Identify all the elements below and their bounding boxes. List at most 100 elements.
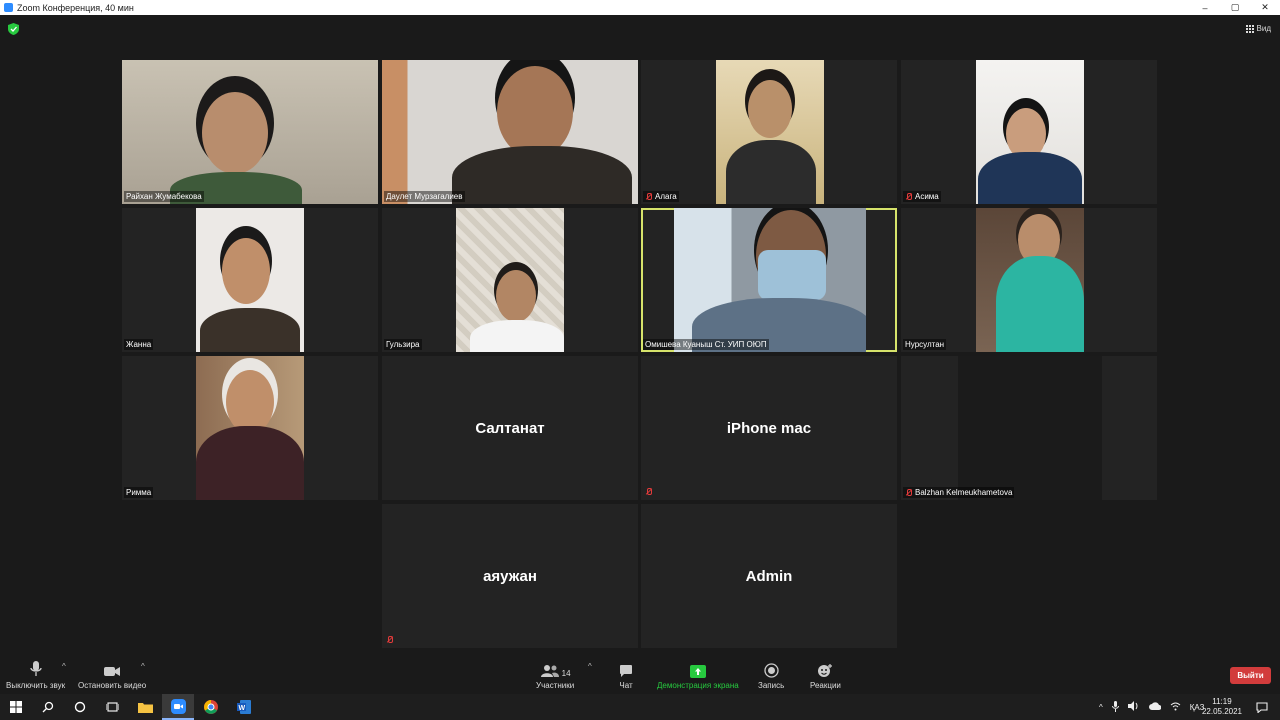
participant-video [674, 208, 866, 352]
search-icon[interactable] [32, 694, 64, 720]
participants-button-label: Участники [536, 681, 575, 690]
participant-video [976, 208, 1084, 352]
participant-name: Алага [643, 191, 679, 202]
muted-microphone-icon [386, 636, 394, 644]
window-title: Zoom Конференция, 40 мин [17, 2, 134, 13]
participant-name-placeholder: Салтанат [475, 419, 545, 437]
speaker-volume-icon[interactable] [1127, 701, 1140, 713]
participant-video [976, 60, 1084, 204]
zoom-app-icon [4, 3, 13, 12]
participant-name: Асима [903, 191, 941, 202]
reactions-button[interactable]: Реакции [810, 660, 841, 690]
cloud-icon[interactable] [1148, 702, 1162, 712]
participant-video [196, 208, 304, 352]
muted-microphone-icon [905, 192, 913, 201]
close-button[interactable]: ✕ [1250, 0, 1280, 15]
stop-video-button-label: Остановить видео [78, 681, 147, 690]
taskbar-clock[interactable]: 11:19 22.05.2021 [1202, 697, 1242, 717]
cortana-icon[interactable] [64, 694, 96, 720]
window-controls: – ▢ ✕ [1190, 0, 1280, 15]
chat-button-label: Чат [619, 681, 633, 690]
participant-tile[interactable]: Асима [901, 60, 1157, 204]
leave-meeting-button[interactable]: Выйти [1230, 667, 1271, 684]
participants-count: 14 [561, 669, 571, 678]
participant-tile[interactable]: аяужан [382, 504, 638, 648]
participant-video [456, 208, 564, 352]
reactions-button-label: Реакции [810, 681, 841, 690]
participant-tile[interactable]: Римма [122, 356, 378, 500]
participant-video [382, 60, 638, 204]
task-view-icon[interactable] [96, 694, 128, 720]
video-camera-icon [103, 660, 121, 678]
participant-name: Balzhan Kelmeukhametova [903, 487, 1015, 498]
word-icon[interactable]: W [228, 694, 260, 720]
participant-name-placeholder: аяужан [483, 567, 537, 585]
record-icon [763, 660, 779, 678]
participant-tile[interactable]: Жанна [122, 208, 378, 352]
windows-start-icon[interactable] [0, 694, 32, 720]
muted-microphone-icon [645, 192, 653, 201]
muted-microphone-icon [645, 488, 653, 496]
participant-tile[interactable]: iPhone mac [641, 356, 897, 500]
participant-video [716, 60, 824, 204]
meeting-stage: Вид Райхан Жумабекова Даулет Мурзагалиев [0, 15, 1280, 656]
participant-name: Римма [124, 487, 154, 498]
window-titlebar: Zoom Конференция, 40 мин – ▢ ✕ [0, 0, 1280, 15]
participant-video [958, 356, 1102, 500]
clock-time: 11:19 [1212, 697, 1232, 706]
svg-text:W: W [239, 705, 246, 712]
meeting-toolbar: Выключить звук ^ Остановить видео ^ 14 У… [0, 656, 1280, 694]
share-screen-button[interactable]: Демонстрация экрана [657, 660, 739, 690]
view-button[interactable]: Вид [1245, 24, 1271, 33]
video-options-chevron-up-icon[interactable]: ^ [141, 662, 145, 671]
participants-icon: 14 [540, 660, 571, 678]
active-speaker-tile[interactable]: Омишева Куаныш Ст. УИП ОЮП [641, 208, 897, 352]
participant-name: Омишева Куаныш Ст. УИП ОЮП [643, 339, 769, 350]
system-tray: ^ ҚАЗ [1099, 694, 1205, 720]
minimize-button[interactable]: – [1190, 0, 1220, 15]
participant-name: Жанна [124, 339, 154, 350]
participant-tile[interactable]: Нурсултан [901, 208, 1157, 352]
participant-tile[interactable]: Гульзира [382, 208, 638, 352]
file-explorer-icon[interactable] [129, 694, 161, 720]
muted-microphone-icon [905, 488, 913, 497]
participant-tile[interactable]: Алага [641, 60, 897, 204]
share-screen-icon [689, 660, 706, 678]
share-screen-button-label: Демонстрация экрана [657, 681, 739, 690]
microphone-icon [29, 660, 43, 678]
clock-date: 22.05.2021 [1201, 707, 1242, 716]
encryption-shield-icon[interactable] [8, 23, 19, 35]
mute-button-label: Выключить звук [6, 681, 66, 690]
record-button[interactable]: Запись [758, 660, 784, 690]
wifi-icon[interactable] [1170, 702, 1181, 713]
participants-options-chevron-up-icon[interactable]: ^ [588, 662, 592, 671]
microphone-tray-icon[interactable] [1111, 700, 1119, 714]
action-center-notification-icon[interactable] [1246, 694, 1278, 720]
stop-video-button[interactable]: Остановить видео [78, 660, 146, 690]
show-hidden-icons-chevron-up-icon[interactable]: ^ [1099, 703, 1103, 712]
participant-name-placeholder: iPhone mac [726, 419, 812, 437]
chrome-icon[interactable] [195, 694, 227, 720]
participants-button[interactable]: 14 Участники [536, 660, 574, 690]
zoom-taskbar-icon[interactable] [162, 694, 194, 720]
view-button-label: Вид [1256, 24, 1271, 33]
grid-view-icon [1245, 24, 1254, 33]
chat-button[interactable]: Чат [619, 660, 633, 690]
maximize-button[interactable]: ▢ [1220, 0, 1250, 15]
smiley-reaction-icon [817, 660, 833, 678]
participant-name-placeholder: Admin [745, 567, 793, 585]
record-button-label: Запись [758, 681, 785, 690]
chat-bubble-icon [619, 660, 633, 678]
participant-tile[interactable]: Даулет Мурзагалиев [382, 60, 638, 204]
participant-tile[interactable]: Салтанат [382, 356, 638, 500]
participant-tile[interactable]: Райхан Жумабекова [122, 60, 378, 204]
participant-tile[interactable]: Admin [641, 504, 897, 648]
windows-taskbar: W ^ ҚАЗ 11:19 22.05.2021 [0, 694, 1280, 720]
participant-name: Нурсултан [903, 339, 947, 350]
participant-tile[interactable]: Balzhan Kelmeukhametova [901, 356, 1157, 500]
audio-options-chevron-up-icon[interactable]: ^ [62, 662, 66, 671]
participant-name: Гульзира [384, 339, 422, 350]
mute-button[interactable]: Выключить звук [6, 660, 65, 690]
participant-name: Даулет Мурзагалиев [384, 191, 465, 202]
participant-video [122, 60, 378, 204]
